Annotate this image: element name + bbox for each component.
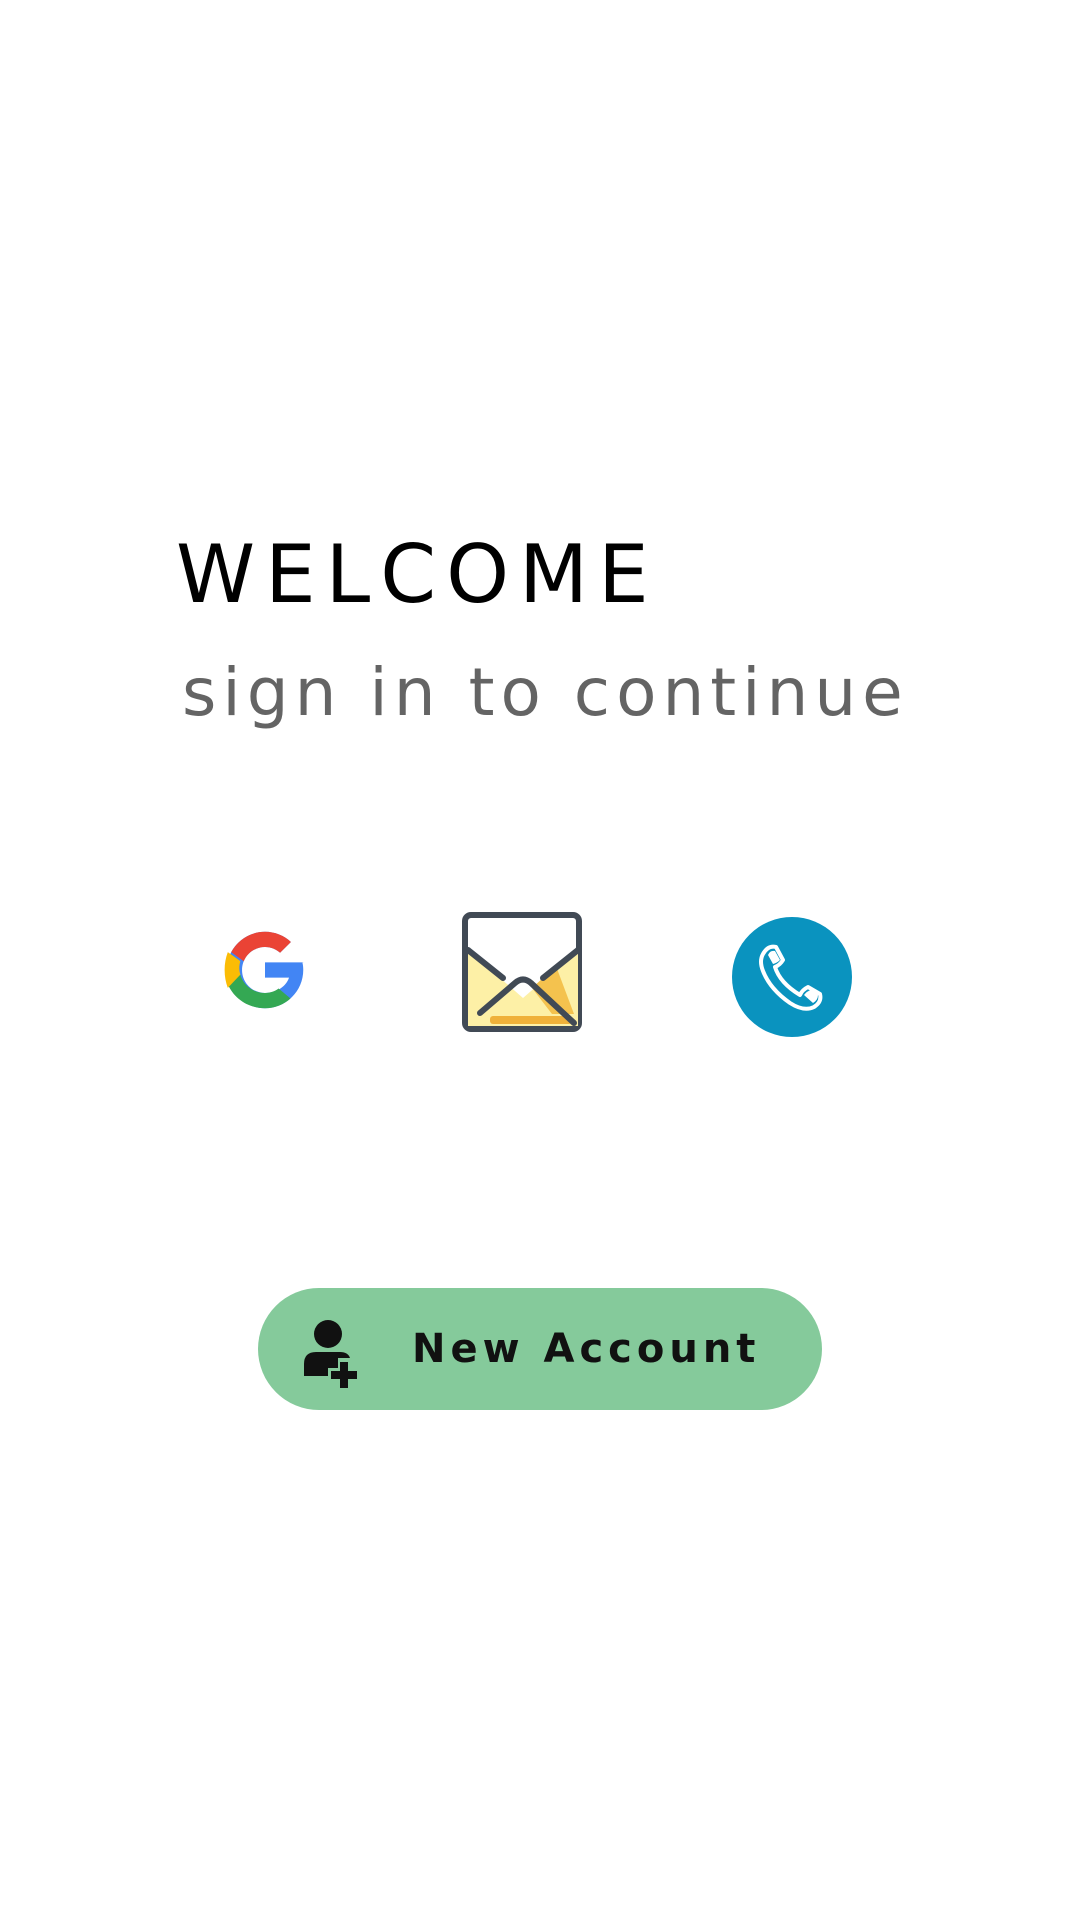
google-icon	[224, 931, 307, 1009]
welcome-title: WELCOME	[176, 528, 659, 621]
new-account-label: New Account	[412, 1326, 761, 1372]
new-account-button[interactable]: New Account	[258, 1288, 822, 1410]
welcome-screen: WELCOME sign in to continue New Account	[0, 0, 1080, 1920]
add-user-icon	[304, 1320, 357, 1388]
google-sign-in-button[interactable]	[210, 915, 320, 1025]
email-sign-in-button[interactable]	[460, 910, 586, 1036]
envelope-icon	[462, 912, 582, 1032]
phone-sign-in-button[interactable]	[730, 915, 854, 1039]
phone-icon	[732, 917, 852, 1037]
welcome-subtitle: sign in to continue	[182, 654, 909, 731]
